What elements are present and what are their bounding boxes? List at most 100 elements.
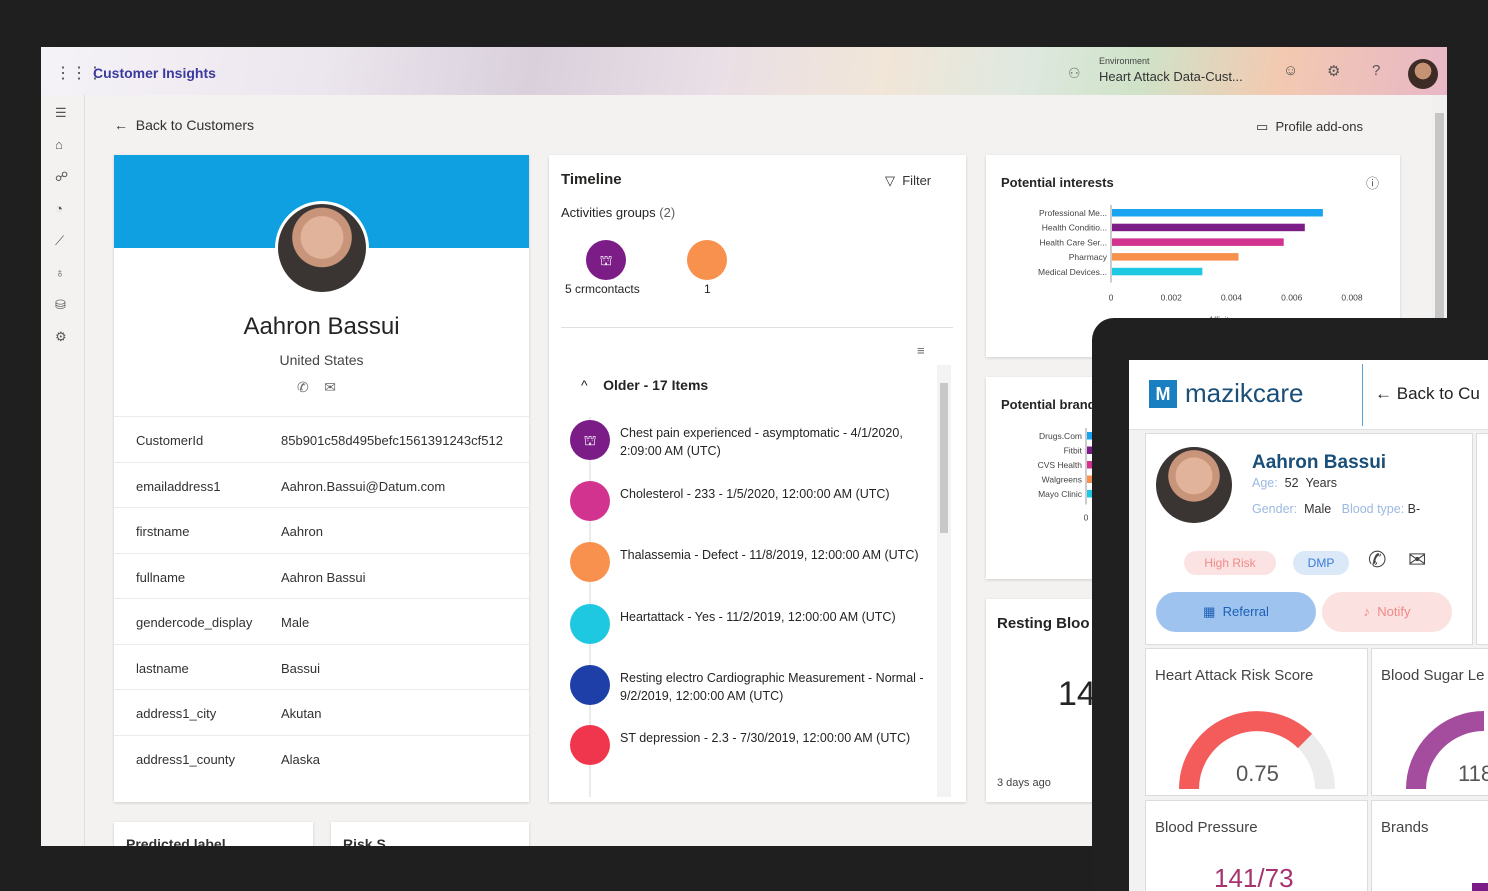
mazikcare-panel: M mazikcare ← Back to Cu Aahron Bassui A…: [1129, 360, 1488, 891]
info-icon[interactable]: ⓘ: [1366, 173, 1379, 192]
back-to-customers-link[interactable]: ← Back to Customers: [114, 117, 254, 133]
event-text: Heartattack - Yes - 11/2/2019, 12:00:00 …: [620, 610, 896, 624]
left-nav: ☰ ⌂ ☍ ◔ ⟋ ♁ ⛁ ⚙: [41, 95, 85, 846]
age-unit: Years: [1305, 476, 1338, 490]
mail-icon[interactable]: ✉: [324, 379, 336, 395]
event-bag-icon[interactable]: ⛫: [570, 420, 610, 460]
interests-category-label: Professional Me...: [1039, 208, 1107, 218]
addons-icon: ▭: [1256, 119, 1276, 134]
attribute-row: address1_city Akutan: [114, 689, 529, 735]
home-icon[interactable]: ⌂: [55, 137, 63, 152]
predicted-label-card: Predicted label: [114, 822, 313, 846]
screenshot-frame: ⋮⋮⋮ Customer Insights ⚇ Environment Hear…: [0, 0, 1488, 891]
older-label: Older - 17 Items: [603, 377, 709, 393]
interests-x-tick: 0: [1109, 293, 1114, 303]
attribute-key: emailaddress1: [136, 478, 221, 494]
notify-button[interactable]: ♪ Notify: [1322, 592, 1452, 632]
event-text: Chest pain experienced - asymptomatic - …: [620, 426, 903, 458]
attribute-key: CustomerId: [136, 433, 204, 448]
blood-sugar-value: 118: [1458, 761, 1488, 786]
attribute-row: CustomerId 85b901c58d495befc1561391243cf5…: [114, 416, 529, 462]
notify-label: Notify: [1377, 604, 1411, 619]
event-dot[interactable]: [570, 665, 610, 705]
mazikcare-brand: mazikcare: [1185, 378, 1304, 408]
environment-selector[interactable]: Heart Attack Data-Cust...: [1099, 69, 1243, 84]
attribute-value: Aahron: [281, 524, 323, 539]
attribute-row: lastname Bassui: [114, 643, 529, 690]
event-dot[interactable]: [570, 604, 610, 644]
event-dot[interactable]: [570, 481, 610, 521]
attribute-key: address1_county: [136, 751, 236, 767]
resting-title: Resting Bloo: [997, 615, 1090, 632]
interests-bar[interactable]: [1112, 253, 1239, 261]
high-risk-badge: High Risk: [1184, 551, 1276, 575]
blood-pressure-tile: Blood Pressure 141/73: [1145, 800, 1368, 891]
gender-label: Gender:: [1252, 502, 1298, 516]
event-dot[interactable]: [570, 725, 610, 765]
group-other-icon[interactable]: [687, 240, 727, 280]
timeline-scroll-thumb[interactable]: [940, 383, 948, 533]
interests-bar[interactable]: [1112, 267, 1203, 276]
attribute-value: Akutan: [281, 706, 322, 721]
hamburger-menu-icon[interactable]: ☰: [55, 105, 67, 121]
filter-icon: ▽: [885, 173, 903, 188]
mazik-back-link[interactable]: ← Back to Cu: [1375, 384, 1480, 404]
blood-type-label: Blood type:: [1341, 502, 1405, 516]
header-divider: [1362, 364, 1363, 426]
event-text: Thalassemia - Defect - 11/8/2019, 12:00:…: [620, 548, 919, 562]
predicted-title: Predicted label: [126, 836, 226, 846]
admin-settings-icon[interactable]: ⚙: [55, 329, 67, 345]
group-crmcontacts-label: 5 crmcontacts: [565, 282, 640, 296]
event-dot[interactable]: [570, 542, 610, 582]
mazik-phone-icon[interactable]: ✆: [1368, 547, 1386, 573]
event-text: ST depression - 2.3 - 7/30/2019, 12:00:0…: [620, 731, 911, 745]
attribute-value: 85b901c58d495befc1561391243cf512: [281, 433, 503, 448]
attribute-row: gendercode_display Male: [114, 598, 529, 644]
attribute-value: Bassui: [281, 660, 321, 676]
blood-pressure-value: 141/73: [1214, 863, 1294, 891]
back-arrow-icon: ←: [114, 117, 136, 133]
help-icon[interactable]: ?: [1372, 62, 1380, 79]
patient-name: Aahron Bassui: [1252, 452, 1387, 473]
app-name[interactable]: Customer Insights: [93, 65, 216, 81]
brands-category-label: Mayo Clinic: [1038, 489, 1083, 499]
profile-addons-button[interactable]: ▭ Profile add-ons: [1256, 119, 1363, 135]
data-sources-icon[interactable]: ⛁: [55, 297, 66, 313]
mazik-mail-icon[interactable]: ✉: [1408, 547, 1426, 573]
segments-icon[interactable]: ◔: [55, 201, 63, 216]
attribute-value: Alaska: [281, 751, 321, 767]
attribute-key: address1_city: [136, 706, 217, 721]
timeline-scrollbar[interactable]: [937, 365, 951, 797]
back-label: Back to Customers: [135, 117, 255, 133]
gender-value: Male: [1304, 502, 1332, 516]
attribute-row: fullname Aahron Bassui: [114, 552, 529, 599]
brands-category-label: Fitbit: [1064, 446, 1083, 456]
contact-icons: ✆ ✉: [297, 379, 336, 396]
calendar-icon: ▦: [1203, 604, 1223, 619]
phone-icon[interactable]: ✆: [297, 379, 309, 395]
customers-icon[interactable]: ☍: [55, 169, 68, 185]
intelligence-bulb-icon[interactable]: ♁: [55, 265, 65, 280]
feedback-smiley-icon[interactable]: ☺: [1283, 62, 1298, 79]
group-crmcontacts-icon[interactable]: ⛫: [586, 240, 626, 280]
interests-bar[interactable]: [1112, 238, 1284, 246]
groups-count: (2): [659, 205, 676, 220]
interests-bar[interactable]: [1112, 209, 1323, 217]
settings-gear-icon[interactable]: ⚙: [1327, 62, 1340, 80]
older-items-header[interactable]: ^ Older - 17 Items: [581, 377, 708, 393]
attribute-key: gendercode_display: [136, 615, 253, 630]
profile-name: Aahron Bassui: [243, 313, 400, 340]
environment-icon: ⚇: [1068, 65, 1081, 81]
interests-category-label: Pharmacy: [1069, 252, 1108, 262]
timeline-title: Timeline: [561, 171, 622, 188]
patient-summary-card: Aahron Bassui Age: 52 Years Gender: Male…: [1145, 433, 1473, 645]
user-avatar[interactable]: [1408, 59, 1438, 89]
profile-country: United States: [279, 352, 364, 368]
referral-button[interactable]: ▦ Referral: [1156, 592, 1316, 632]
measures-chart-icon[interactable]: ⟋: [55, 233, 64, 249]
interests-bar[interactable]: [1112, 223, 1305, 232]
sort-lines-icon[interactable]: ≡: [917, 343, 925, 358]
blood-pressure-title: Blood Pressure: [1155, 819, 1258, 836]
timeline-filter-button[interactable]: ▽ Filter: [885, 173, 931, 189]
brands-tile-title: Brands: [1381, 819, 1429, 836]
